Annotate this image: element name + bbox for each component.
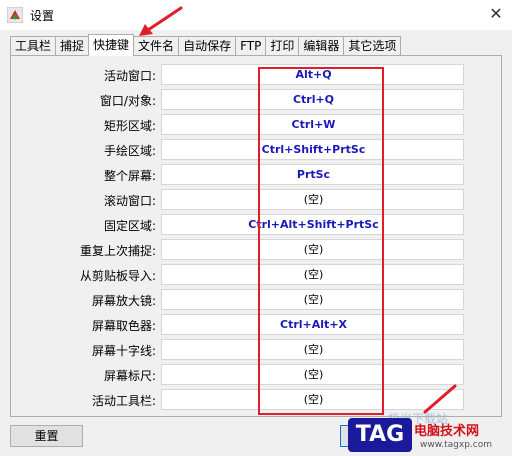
shortcut-label: 活动窗口: [103,69,156,83]
shortcut-row: 矩形区域: Ctrl+W [11,113,501,138]
shortcut-label: 手绘区域: [103,144,156,158]
shortcut-row: 屏幕放大镜: (空) [11,288,501,313]
shortcut-input[interactable]: (空) [161,289,464,310]
tab-5[interactable]: FTP [235,36,267,56]
shortcut-input[interactable]: PrtSc [161,164,464,185]
shortcut-label: 矩形区域: [103,119,156,133]
shortcut-input[interactable]: Ctrl+Alt+Shift+PrtSc [161,214,464,235]
tab-6[interactable]: 打印 [265,36,300,56]
tab-7[interactable]: 编辑器 [298,36,345,56]
shortcut-value: Ctrl+Shift+PrtSc [261,143,366,156]
tab-8[interactable]: 其它选项 [343,36,402,56]
shortcut-row: 整个屏幕: PrtSc [11,163,501,188]
shortcut-value: (空) [303,243,324,256]
shortcut-row: 屏幕取色器: Ctrl+Alt+X [11,313,501,338]
shortcut-value: Ctrl+Alt+X [280,318,347,331]
shortcut-label: 重复上次捕捉: [79,244,156,258]
shortcut-row: 重复上次捕捉: (空) [11,238,501,263]
shortcut-value: (空) [303,268,324,281]
shortcut-input[interactable]: Ctrl+Q [161,89,464,110]
shortcut-input[interactable]: Ctrl+Shift+PrtSc [161,139,464,160]
watermark-tag-logo: TAG [348,418,412,452]
shortcut-value: PrtSc [296,168,331,181]
shortcut-label: 屏幕放大镜: [91,294,156,308]
shortcut-label: 活动工具栏: [91,394,156,408]
shortcut-value: (空) [303,343,324,356]
shortcut-value: Ctrl+Q [292,93,335,106]
shortcut-label: 屏幕十字线: [91,344,156,358]
shortcut-value: (空) [303,193,324,206]
shortcut-input[interactable]: Ctrl+Alt+X [161,314,464,335]
shortcut-label: 从剪贴板导入: [79,269,156,283]
title-bar: 设置 ✕ [0,0,512,30]
shortcut-input[interactable]: (空) [161,239,464,260]
shortcut-label: 固定区域: [103,219,156,233]
tab-1[interactable]: 捕捉 [55,36,90,56]
shortcut-label: 滚动窗口: [103,194,156,208]
shortcut-row: 手绘区域: Ctrl+Shift+PrtSc [11,138,501,163]
watermark-url: www.tagxp.com [420,440,492,450]
shortcut-row: 窗口/对象: Ctrl+Q [11,88,501,113]
annotation-arrow-tab [139,6,183,36]
tab-4[interactable]: 自动保存 [178,36,237,56]
close-button[interactable]: ✕ [486,4,506,24]
shortcut-label: 窗口/对象: [99,94,156,108]
shortcut-input[interactable]: Ctrl+W [161,114,464,135]
shortcut-row: 固定区域: Ctrl+Alt+Shift+PrtSc [11,213,501,238]
shortcut-input[interactable]: Alt+Q [161,64,464,85]
shortcut-value: Alt+Q [295,68,332,81]
shortcut-row: 屏幕十字线: (空) [11,338,501,363]
shortcut-panel: 活动窗口: Alt+Q 窗口/对象: Ctrl+Q 矩形区域: Ctrl+W 手绘区域: Ct… [10,55,502,417]
watermark: 极光下载站 TAG 电脑技术网 www.tagxp.com [348,410,512,456]
shortcut-value: Ctrl+Alt+Shift+PrtSc [248,218,379,231]
window-title: 设置 [30,9,55,23]
tab-strip: 工具栏 捕捉 快捷键 文件名 自动保存 FTP 打印 编辑器 其它选项 [10,34,402,56]
reset-button[interactable]: 重置 [10,425,83,447]
shortcut-row: 滚动窗口: (空) [11,188,501,213]
shortcut-label: 屏幕标尺: [103,369,156,383]
shortcut-input[interactable]: (空) [161,189,464,210]
watermark-title: 电脑技术网 [414,424,480,439]
shortcut-row: 从剪贴板导入: (空) [11,263,501,288]
tab-2[interactable]: 快捷键 [88,34,135,56]
shortcut-label: 屏幕取色器: [91,319,156,333]
tab-3[interactable]: 文件名 [133,36,180,56]
shortcut-label: 整个屏幕: [103,169,156,183]
shortcut-input[interactable]: (空) [161,264,464,285]
app-icon [7,7,23,23]
shortcut-value: Ctrl+W [291,118,336,131]
shortcut-row: 活动窗口: Alt+Q [11,63,501,88]
shortcut-value: (空) [303,293,324,306]
shortcut-input[interactable]: (空) [161,339,464,360]
tab-0[interactable]: 工具栏 [10,36,57,56]
